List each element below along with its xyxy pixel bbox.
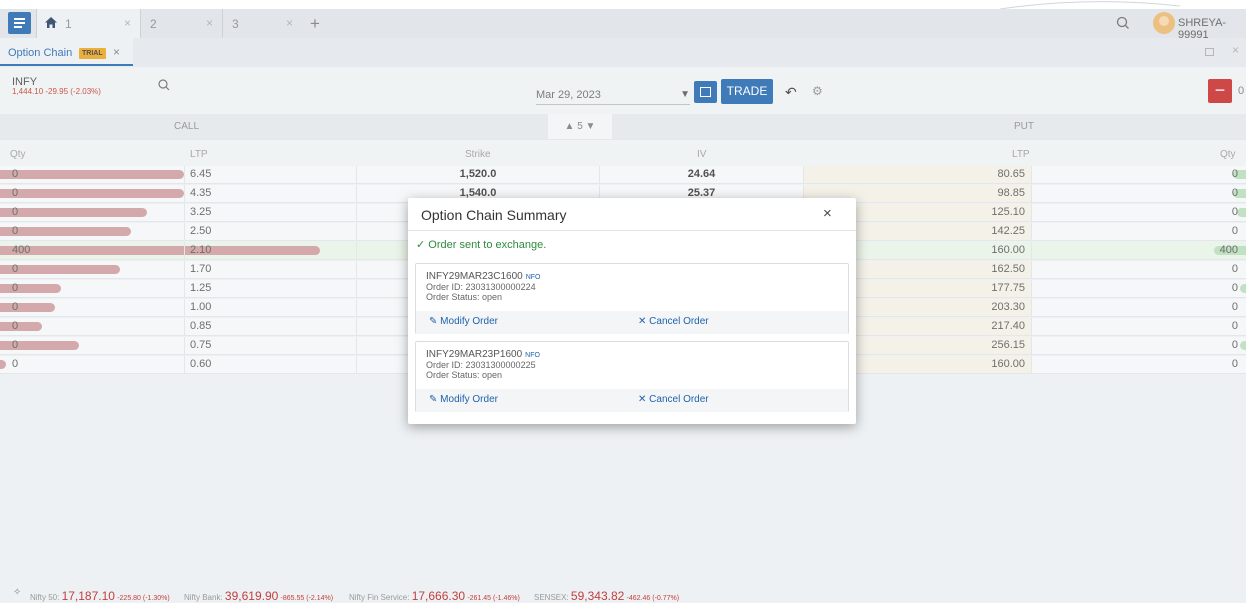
order-actions: ✎ Modify Order ✕ Cancel Order: [416, 389, 848, 412]
order-symbol: INFY29MAR23P1600 NFO: [426, 349, 540, 360]
order-card: INFY29MAR23C1600 NFO Order ID: 2303130000…: [415, 263, 849, 334]
order-id: Order ID: 23031300000225: [426, 360, 536, 370]
pencil-icon: ✎: [429, 394, 438, 405]
cancel-icon: ✕: [638, 316, 647, 327]
order-id: Order ID: 23031300000224: [426, 282, 536, 292]
cancel-icon: ✕: [638, 394, 647, 405]
order-card: INFY29MAR23P1600 NFO Order ID: 2303130000…: [415, 341, 849, 412]
decorative-curve: [1000, 1, 1180, 9]
exchange-badge: NFO: [525, 352, 540, 359]
success-message: ✓ Order sent to exchange.: [416, 239, 547, 251]
pencil-icon: ✎: [429, 316, 438, 327]
top-frame: [0, 0, 1246, 9]
order-status: Order Status: open: [426, 292, 503, 302]
order-status: Order Status: open: [426, 370, 503, 380]
modify-order-button[interactable]: ✎ Modify Order: [429, 394, 498, 405]
cancel-order-button[interactable]: ✕ Cancel Order: [638, 316, 709, 327]
exchange-badge: NFO: [525, 274, 541, 281]
dialog-title: Option Chain Summary: [421, 207, 567, 223]
close-icon[interactable]: ×: [823, 205, 832, 222]
divider: [408, 230, 856, 231]
option-chain-summary-dialog: Option Chain Summary × ✓ Order sent to e…: [408, 198, 856, 424]
order-symbol: INFY29MAR23C1600 NFO: [426, 271, 541, 282]
order-actions: ✎ Modify Order ✕ Cancel Order: [416, 311, 848, 334]
cancel-order-button[interactable]: ✕ Cancel Order: [638, 394, 709, 405]
modify-order-button[interactable]: ✎ Modify Order: [429, 316, 498, 327]
